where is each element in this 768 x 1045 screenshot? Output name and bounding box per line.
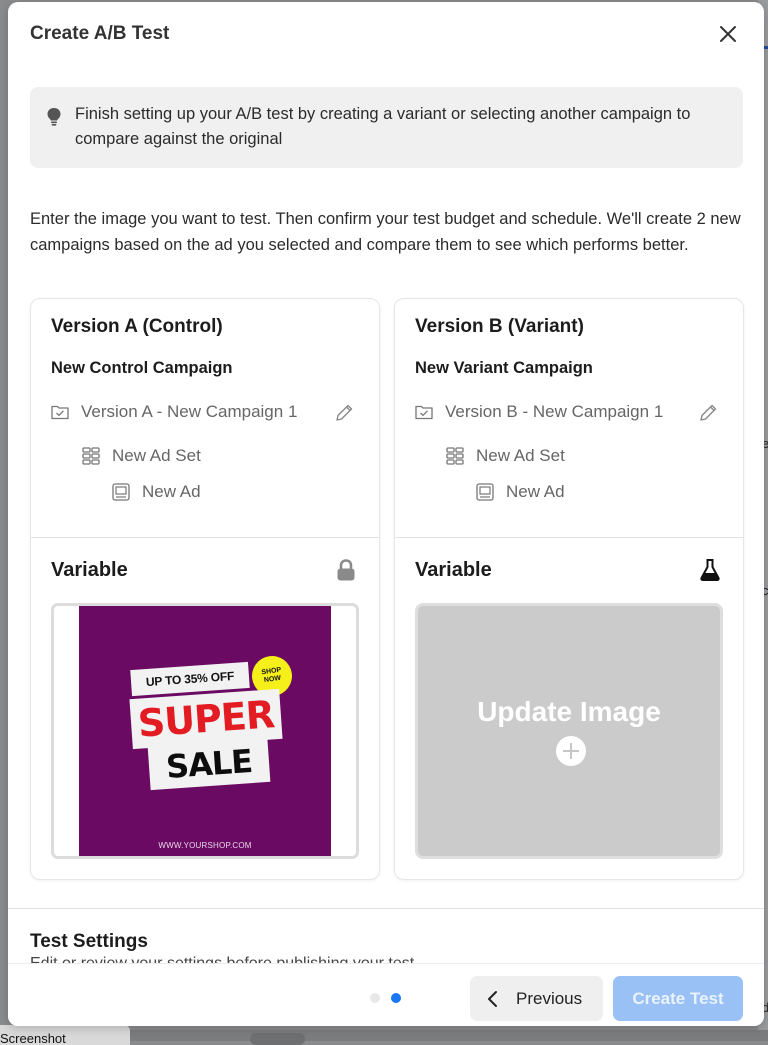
ad-set-grid-icon bbox=[81, 446, 101, 466]
close-button[interactable] bbox=[716, 22, 740, 46]
campaign-row: Version A - New Campaign 1 bbox=[50, 402, 297, 422]
ad-creative-image: UP TO 35% OFF SHOPNOW SUPER SALE WWW.YOU… bbox=[79, 606, 331, 856]
test-settings-title: Test Settings bbox=[30, 931, 148, 953]
ad-row: New Ad bbox=[111, 482, 201, 502]
version-title: Version A (Control) bbox=[51, 316, 223, 338]
ad-icon bbox=[111, 482, 131, 502]
step-indicator-2-active bbox=[391, 993, 401, 1003]
info-banner: Finish setting up your A/B test by creat… bbox=[30, 87, 743, 168]
close-icon bbox=[716, 22, 740, 46]
ad-name: New Ad bbox=[142, 482, 201, 502]
campaign-folder-icon bbox=[50, 402, 70, 422]
ad-headline-sale: SALE bbox=[148, 738, 271, 790]
update-image-label: Update Image bbox=[418, 696, 720, 728]
campaign-name: Version B - New Campaign 1 bbox=[445, 402, 663, 422]
lock-icon bbox=[335, 558, 357, 582]
version-title: Version B (Variant) bbox=[415, 316, 584, 338]
previous-button-label: Previous bbox=[516, 989, 582, 1009]
ad-set-row: New Ad Set bbox=[81, 446, 201, 466]
campaign-folder-icon bbox=[414, 402, 434, 422]
ad-row: New Ad bbox=[475, 482, 565, 502]
campaign-subtitle: New Variant Campaign bbox=[415, 359, 593, 378]
lightbulb-icon bbox=[46, 107, 62, 127]
step-indicator-1 bbox=[370, 993, 380, 1003]
modal-title: Create A/B Test bbox=[30, 23, 169, 45]
ad-set-name: New Ad Set bbox=[112, 446, 201, 466]
previous-button[interactable]: Previous bbox=[470, 976, 603, 1021]
pencil-icon bbox=[697, 402, 719, 424]
create-ab-test-modal: Create A/B Test Finish setting up your A… bbox=[8, 2, 764, 1026]
instructions-text: Enter the image you want to test. Then c… bbox=[30, 207, 745, 258]
background-bottom-bar bbox=[130, 1030, 768, 1041]
ad-discount-text: UP TO 35% OFF bbox=[130, 662, 250, 696]
campaign-row: Version B - New Campaign 1 bbox=[414, 402, 663, 422]
info-banner-text: Finish setting up your A/B test by creat… bbox=[75, 102, 735, 152]
campaign-subtitle: New Control Campaign bbox=[51, 359, 233, 378]
control-image-frame: UP TO 35% OFF SHOPNOW SUPER SALE WWW.YOU… bbox=[51, 603, 359, 859]
pencil-icon bbox=[333, 402, 355, 424]
edit-campaign-button[interactable] bbox=[697, 402, 719, 424]
update-image-button[interactable]: Update Image bbox=[415, 603, 723, 859]
flask-icon bbox=[699, 558, 721, 582]
variable-label: Variable bbox=[415, 559, 492, 582]
background-tab[interactable]: Screenshot bbox=[0, 1025, 130, 1045]
version-a-card: Version A (Control) New Control Campaign… bbox=[30, 298, 380, 880]
card-divider bbox=[31, 537, 379, 538]
campaign-name: Version A - New Campaign 1 bbox=[81, 402, 297, 422]
ad-set-grid-icon bbox=[445, 446, 465, 466]
create-test-button[interactable]: Create Test bbox=[613, 976, 743, 1021]
ad-icon bbox=[475, 482, 495, 502]
plus-circle-icon bbox=[556, 736, 586, 766]
modal-header: Create A/B Test bbox=[8, 2, 764, 64]
card-divider bbox=[395, 537, 743, 538]
section-divider bbox=[8, 908, 764, 909]
background-pill bbox=[250, 1033, 305, 1045]
ad-url-text: WWW.YOURSHOP.COM bbox=[79, 841, 331, 850]
ad-name: New Ad bbox=[506, 482, 565, 502]
ad-set-name: New Ad Set bbox=[476, 446, 565, 466]
modal-footer: Previous Create Test bbox=[8, 963, 764, 1026]
version-b-card: Version B (Variant) New Variant Campaign… bbox=[394, 298, 744, 880]
variable-label: Variable bbox=[51, 559, 128, 582]
ad-set-row: New Ad Set bbox=[445, 446, 565, 466]
chevron-left-icon bbox=[486, 990, 500, 1008]
edit-campaign-button[interactable] bbox=[333, 402, 355, 424]
